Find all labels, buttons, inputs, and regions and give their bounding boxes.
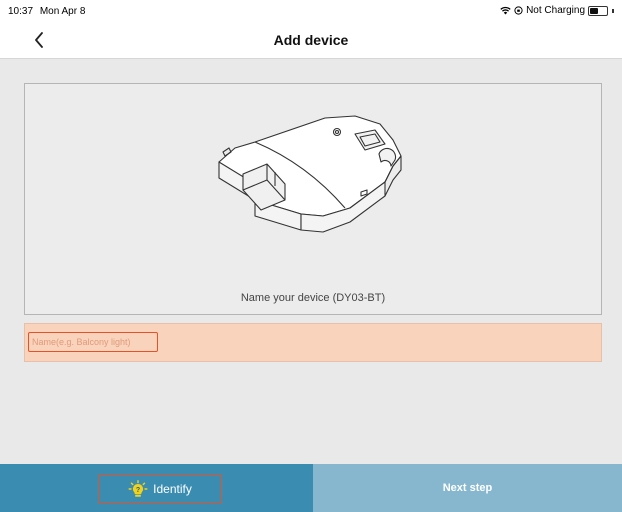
orientation-lock-icon: [514, 6, 523, 15]
status-indicators: Not Charging: [500, 5, 614, 16]
identify-area: ? Identify: [0, 464, 313, 512]
device-caption: Name your device (DY03-BT): [240, 292, 386, 304]
device-illustration: [218, 115, 402, 233]
battery-tip: [612, 8, 614, 13]
status-bar: 10:37 Mon Apr 8 Not Charging: [0, 0, 622, 22]
battery-icon: [588, 5, 608, 16]
navigation-bar: Add device: [0, 22, 622, 59]
status-time: 10:37 Mon Apr 8: [8, 6, 85, 17]
page-title: Add device: [273, 32, 349, 48]
svg-text:?: ?: [136, 487, 140, 494]
identify-label: Identify: [153, 482, 192, 496]
battery-level: [590, 7, 599, 14]
charging-status: Not Charging: [526, 5, 585, 16]
next-step-button[interactable]: Next step: [313, 464, 622, 512]
device-card: Name your device (DY03-BT): [24, 83, 602, 315]
lightbulb-question-icon: ?: [128, 480, 148, 497]
identify-button[interactable]: ? Identify: [98, 475, 222, 503]
status-clock: 10:37: [8, 6, 34, 17]
bottom-action-bar: ? Identify Next step: [0, 464, 622, 512]
name-field-row: [24, 323, 602, 362]
device-name-input[interactable]: [28, 332, 158, 352]
wifi-icon: [500, 6, 511, 15]
status-date: Mon Apr 8: [39, 6, 86, 17]
next-step-label: Next step: [442, 482, 493, 494]
